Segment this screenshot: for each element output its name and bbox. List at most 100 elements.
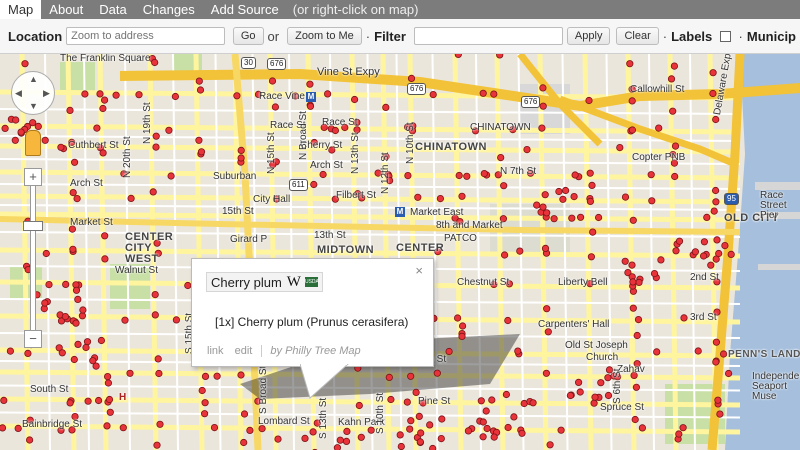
tree-marker[interactable]: [24, 349, 32, 357]
tree-marker[interactable]: [42, 249, 50, 258]
tree-marker[interactable]: [597, 379, 605, 387]
tree-marker[interactable]: [533, 201, 541, 209]
tree-marker[interactable]: [34, 122, 42, 131]
tree-marker[interactable]: [106, 408, 114, 416]
tree-marker[interactable]: [57, 143, 65, 151]
tree-marker[interactable]: [84, 397, 92, 405]
tree-marker[interactable]: [333, 444, 341, 450]
tree-marker[interactable]: [586, 197, 595, 205]
tree-marker[interactable]: [711, 186, 720, 195]
tree-marker[interactable]: [529, 399, 537, 407]
tree-marker[interactable]: [721, 242, 729, 250]
tree-marker[interactable]: [594, 213, 603, 222]
tree-marker[interactable]: [586, 169, 594, 177]
tree-marker[interactable]: [72, 286, 81, 294]
tree-marker[interactable]: [350, 95, 359, 104]
tree-marker[interactable]: [201, 399, 209, 407]
tree-marker[interactable]: [445, 347, 453, 356]
tree-marker[interactable]: [195, 136, 203, 144]
tree-marker[interactable]: [727, 250, 735, 258]
tree-marker[interactable]: [195, 77, 203, 85]
tree-marker[interactable]: [653, 348, 661, 356]
usda-icon[interactable]: USDA: [304, 277, 319, 287]
tree-marker[interactable]: [631, 415, 639, 424]
tree-marker[interactable]: [561, 186, 570, 195]
tree-marker[interactable]: [412, 388, 420, 396]
tree-marker[interactable]: [714, 396, 722, 404]
tree-marker[interactable]: [355, 401, 363, 410]
tab-add-source[interactable]: Add Source: [203, 0, 287, 19]
tree-marker[interactable]: [555, 187, 563, 196]
tree-marker[interactable]: [648, 197, 656, 205]
tree-marker[interactable]: [89, 357, 97, 365]
tree-marker[interactable]: [694, 347, 702, 355]
tree-marker[interactable]: [101, 255, 109, 263]
tree-marker[interactable]: [336, 436, 344, 444]
zoom-in-button[interactable]: +: [24, 168, 42, 186]
tree-marker[interactable]: [707, 261, 715, 269]
tree-marker[interactable]: [691, 248, 700, 256]
tree-marker[interactable]: [591, 393, 599, 401]
tree-marker[interactable]: [542, 369, 551, 377]
tree-marker[interactable]: [672, 247, 680, 255]
tree-marker[interactable]: [454, 54, 462, 58]
tree-marker[interactable]: [716, 410, 724, 418]
tree-marker[interactable]: [675, 237, 684, 245]
tree-marker[interactable]: [638, 424, 647, 432]
tree-marker[interactable]: [570, 193, 578, 201]
tree-marker[interactable]: [712, 338, 721, 346]
tree-marker[interactable]: [523, 146, 531, 154]
tree-marker[interactable]: [463, 172, 471, 180]
tree-marker[interactable]: [514, 347, 522, 355]
tree-marker[interactable]: [152, 132, 160, 140]
tree-marker[interactable]: [154, 355, 162, 363]
tree-marker[interactable]: [490, 433, 498, 441]
tree-marker[interactable]: [1, 124, 9, 133]
tree-marker[interactable]: [101, 96, 109, 104]
tree-marker[interactable]: [246, 426, 254, 434]
tree-marker[interactable]: [703, 213, 711, 221]
tree-marker[interactable]: [271, 103, 279, 111]
tree-marker[interactable]: [0, 424, 7, 432]
tree-marker[interactable]: [274, 435, 282, 443]
tab-changes[interactable]: Changes: [135, 0, 203, 19]
tree-marker[interactable]: [458, 322, 467, 330]
filter-input[interactable]: [413, 27, 563, 45]
tree-marker[interactable]: [488, 396, 496, 404]
attribution-link[interactable]: by Philly Tree Map: [261, 345, 361, 357]
tree-marker[interactable]: [629, 304, 637, 312]
tree-marker[interactable]: [438, 415, 446, 423]
tree-marker[interactable]: [397, 442, 405, 450]
tree-marker[interactable]: [479, 89, 487, 97]
tree-marker[interactable]: [713, 236, 721, 244]
tree-marker[interactable]: [414, 193, 422, 201]
tree-marker[interactable]: [587, 253, 596, 261]
apply-button[interactable]: Apply: [566, 27, 611, 45]
tree-marker[interactable]: [437, 434, 445, 443]
tree-marker[interactable]: [550, 215, 558, 223]
tree-marker[interactable]: [670, 62, 679, 70]
tree-marker[interactable]: [121, 316, 129, 324]
tree-marker[interactable]: [490, 90, 498, 98]
tree-marker[interactable]: [407, 74, 416, 82]
zoom-to-address-input[interactable]: [66, 27, 225, 45]
tree-marker[interactable]: [69, 245, 77, 253]
zoom-slider-thumb[interactable]: [23, 221, 43, 231]
tree-marker[interactable]: [310, 180, 318, 189]
tree-marker[interactable]: [99, 104, 107, 113]
tree-marker[interactable]: [119, 424, 127, 432]
tree-marker[interactable]: [153, 441, 161, 449]
tree-marker[interactable]: [41, 299, 49, 307]
pan-right-icon[interactable]: ▶: [43, 88, 50, 99]
tree-marker[interactable]: [496, 54, 504, 59]
tree-marker[interactable]: [29, 119, 37, 127]
tree-marker[interactable]: [407, 417, 415, 425]
zoom-to-me-button[interactable]: Zoom to Me: [287, 27, 362, 45]
tree-marker[interactable]: [604, 391, 613, 400]
tree-marker[interactable]: [69, 189, 77, 197]
tree-marker[interactable]: [268, 77, 277, 85]
tree-marker[interactable]: [6, 347, 14, 355]
map-canvas[interactable]: The Franklin Square Vine St Expy Race Vi…: [0, 54, 800, 450]
tree-marker[interactable]: [634, 315, 643, 324]
tree-marker[interactable]: [633, 331, 641, 340]
